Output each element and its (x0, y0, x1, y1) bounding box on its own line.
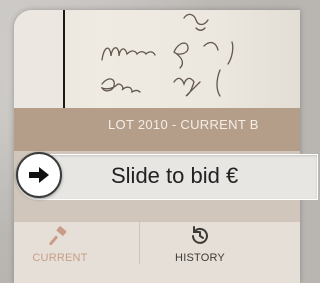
handwriting-illustration (100, 13, 234, 97)
slide-to-bid-label: Slide to bid € (111, 163, 239, 188)
lot-image-margin (14, 10, 63, 108)
lot-image-frame-line (63, 10, 65, 108)
tab-current-label: CURRENT (32, 252, 88, 264)
lot-banner-text: LOT 2010 - CURRENT B (108, 117, 259, 132)
slide-to-bid-knob[interactable] (16, 152, 62, 198)
lot-image (14, 10, 300, 108)
tab-history-label: HISTORY (175, 252, 225, 264)
gavel-icon (49, 226, 67, 246)
tab-history[interactable]: HISTORY (140, 212, 260, 273)
history-icon (192, 226, 208, 244)
tab-current[interactable]: CURRENT (0, 212, 120, 273)
arrow-right-icon (29, 167, 49, 183)
